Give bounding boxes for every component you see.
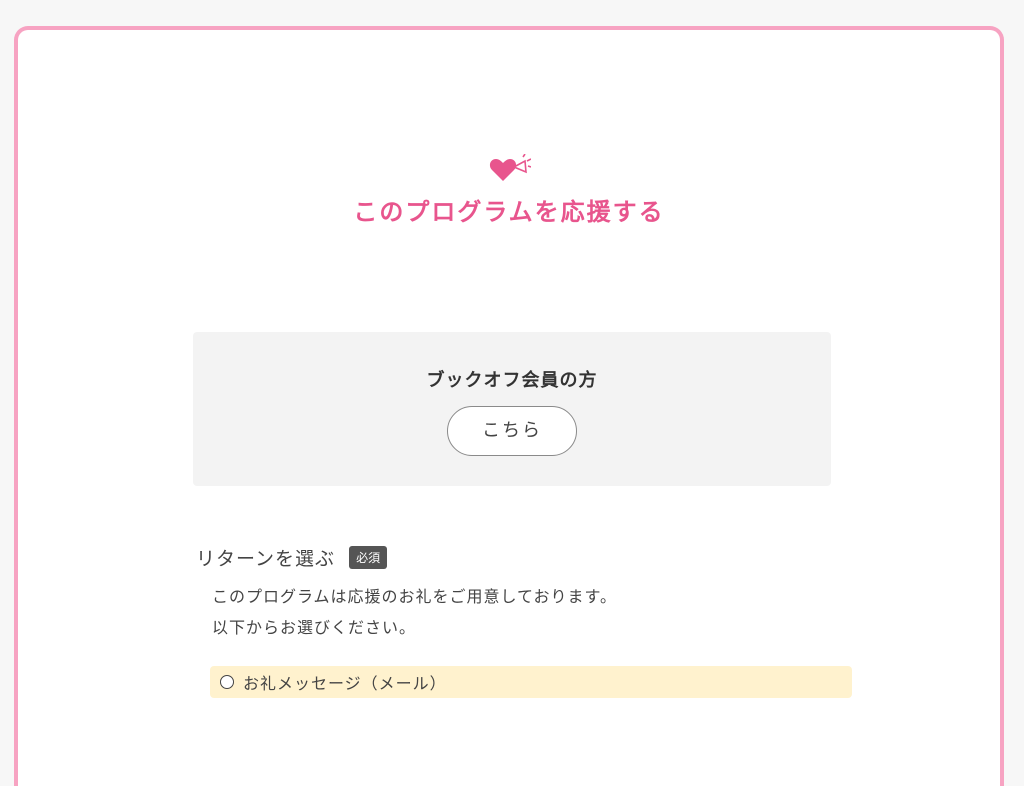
support-heading: このプログラムを応援する	[18, 154, 1000, 227]
return-description-line: このプログラムは応援のお礼をご用意しております。	[212, 587, 617, 606]
support-card: このプログラムを応援する ブックオフ会員の方 こちら リターンを選ぶ 必須 この…	[14, 26, 1004, 786]
return-label-row: リターンを選ぶ 必須	[196, 544, 856, 571]
return-section: リターンを選ぶ 必須 このプログラムは応援のお礼をご用意しております。 以下から…	[196, 544, 856, 643]
member-box-title: ブックオフ会員の方	[426, 370, 598, 391]
return-label: リターンを選ぶ	[196, 548, 336, 570]
return-option-label: お礼メッセージ（メール）	[243, 674, 447, 693]
page-title: このプログラムを応援する	[353, 198, 665, 226]
return-description-line: 以下からお選びください。	[212, 618, 417, 637]
radio-button[interactable]	[220, 675, 234, 689]
member-login-box: ブックオフ会員の方 こちら	[193, 332, 831, 486]
return-option-thanks-message[interactable]: お礼メッセージ（メール）	[210, 666, 852, 698]
return-description: このプログラムは応援のお礼をご用意しております。 以下からお選びください。	[212, 581, 856, 643]
heart-megaphone-icon	[489, 154, 531, 181]
member-login-button[interactable]: こちら	[447, 406, 577, 456]
required-badge: 必須	[349, 546, 388, 569]
